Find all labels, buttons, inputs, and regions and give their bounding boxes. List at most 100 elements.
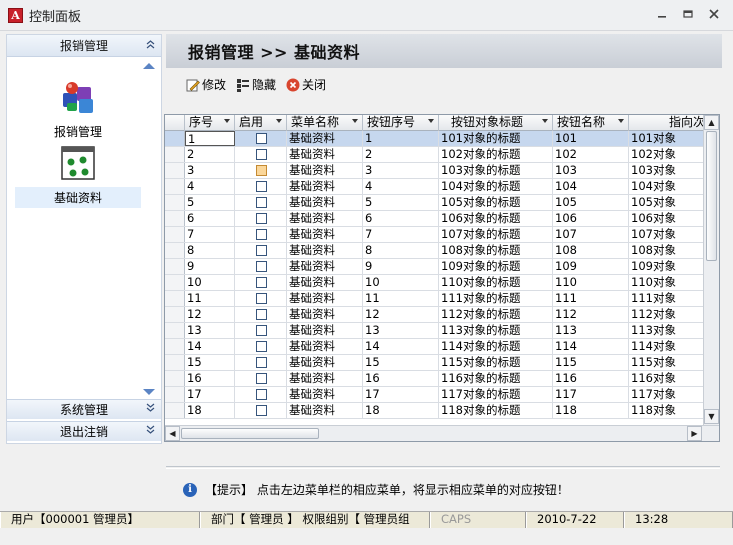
row-header[interactable] — [165, 195, 185, 210]
row-header[interactable] — [165, 163, 185, 178]
cell-button-no[interactable]: 16 — [363, 371, 439, 386]
cell-menu-name[interactable]: 基础资料 — [287, 211, 363, 226]
sidebar-scroll-down-icon[interactable] — [143, 385, 155, 395]
cell-button-title[interactable]: 110对象的标题 — [439, 275, 553, 290]
cell-menu-name[interactable]: 基础资料 — [287, 307, 363, 322]
table-row[interactable]: 15 基础资料 15 115对象的标题 115 115对象 — [165, 355, 705, 371]
cell-enabled[interactable] — [235, 371, 287, 386]
enabled-checkbox[interactable] — [256, 197, 267, 208]
table-row[interactable]: 9 基础资料 9 109对象的标题 109 109对象 — [165, 259, 705, 275]
row-header[interactable] — [165, 307, 185, 322]
cell-target[interactable]: 104对象 — [629, 179, 705, 194]
cell-button-no[interactable]: 1 — [363, 131, 439, 146]
cell-target[interactable]: 116对象 — [629, 371, 705, 386]
cell-button-name[interactable]: 105 — [553, 195, 629, 210]
table-row[interactable]: 11 基础资料 11 111对象的标题 111 111对象 — [165, 291, 705, 307]
cell-target[interactable]: 101对象 — [629, 131, 705, 146]
vertical-scrollbar[interactable]: ▲ ▼ — [703, 115, 719, 425]
cell-enabled[interactable] — [235, 147, 287, 162]
cell-enabled[interactable] — [235, 339, 287, 354]
close-icon[interactable] — [707, 8, 721, 21]
row-header[interactable] — [165, 131, 185, 146]
cell-enabled[interactable] — [235, 195, 287, 210]
cell-button-title[interactable]: 105对象的标题 — [439, 195, 553, 210]
cell-button-no[interactable]: 17 — [363, 387, 439, 402]
sort-dropdown-icon[interactable] — [542, 119, 548, 123]
row-header[interactable] — [165, 339, 185, 354]
row-header[interactable] — [165, 291, 185, 306]
cell-target[interactable]: 114对象 — [629, 339, 705, 354]
cell-enabled[interactable] — [235, 259, 287, 274]
cell-enabled[interactable] — [235, 227, 287, 242]
cell-menu-name[interactable]: 基础资料 — [287, 147, 363, 162]
cell-target[interactable]: 105对象 — [629, 195, 705, 210]
cell-button-title[interactable]: 116对象的标题 — [439, 371, 553, 386]
cell-button-title[interactable]: 113对象的标题 — [439, 323, 553, 338]
minimize-icon[interactable] — [655, 8, 669, 21]
cell-button-name[interactable]: 114 — [553, 339, 629, 354]
cell-button-name[interactable]: 103 — [553, 163, 629, 178]
cell-button-no[interactable]: 3 — [363, 163, 439, 178]
table-row[interactable]: 17 基础资料 17 117对象的标题 117 117对象 — [165, 387, 705, 403]
cell-seq[interactable]: 6 — [185, 211, 235, 226]
cell-button-no[interactable]: 18 — [363, 403, 439, 418]
sort-dropdown-icon[interactable] — [224, 119, 230, 123]
horizontal-scrollbar[interactable]: ◀ ▶ — [165, 425, 719, 441]
chevron-down-icon[interactable] — [146, 403, 155, 416]
cell-button-name[interactable]: 115 — [553, 355, 629, 370]
scroll-right-icon[interactable]: ▶ — [687, 426, 702, 441]
cell-menu-name[interactable]: 基础资料 — [287, 291, 363, 306]
column-header-button-name[interactable]: 按钮名称 — [553, 115, 629, 131]
enabled-checkbox[interactable] — [256, 405, 267, 416]
enabled-checkbox[interactable] — [256, 229, 267, 240]
column-header-enabled[interactable]: 启用 — [235, 115, 287, 131]
table-row[interactable]: 1 基础资料 1 101对象的标题 101 101对象 — [165, 131, 705, 147]
cell-enabled[interactable] — [235, 403, 287, 418]
cell-enabled[interactable] — [235, 211, 287, 226]
cell-target[interactable]: 109对象 — [629, 259, 705, 274]
table-row[interactable]: 10 基础资料 10 110对象的标题 110 110对象 — [165, 275, 705, 291]
cell-button-title[interactable]: 102对象的标题 — [439, 147, 553, 162]
cell-enabled[interactable] — [235, 179, 287, 194]
cell-target[interactable]: 103对象 — [629, 163, 705, 178]
cell-seq[interactable]: 13 — [185, 323, 235, 338]
table-row[interactable]: 8 基础资料 8 108对象的标题 108 108对象 — [165, 243, 705, 259]
cell-button-title[interactable]: 104对象的标题 — [439, 179, 553, 194]
cell-menu-name[interactable]: 基础资料 — [287, 275, 363, 290]
edit-button[interactable]: 修改 — [186, 76, 226, 93]
cell-button-no[interactable]: 2 — [363, 147, 439, 162]
sidebar-item-basic-data[interactable]: 基础资料 — [15, 145, 141, 208]
cell-button-name[interactable]: 101 — [553, 131, 629, 146]
grid-corner[interactable] — [165, 115, 185, 131]
enabled-checkbox[interactable] — [256, 245, 267, 256]
cell-seq[interactable]: 9 — [185, 259, 235, 274]
cell-button-title[interactable]: 117对象的标题 — [439, 387, 553, 402]
cell-button-name[interactable]: 104 — [553, 179, 629, 194]
cell-enabled[interactable] — [235, 355, 287, 370]
cell-button-name[interactable]: 109 — [553, 259, 629, 274]
scroll-up-icon[interactable]: ▲ — [704, 115, 719, 130]
cell-button-name[interactable]: 113 — [553, 323, 629, 338]
cell-enabled[interactable] — [235, 291, 287, 306]
cell-button-no[interactable]: 4 — [363, 179, 439, 194]
cell-menu-name[interactable]: 基础资料 — [287, 227, 363, 242]
cell-button-name[interactable]: 118 — [553, 403, 629, 418]
cell-button-title[interactable]: 115对象的标题 — [439, 355, 553, 370]
table-row[interactable]: 4 基础资料 4 104对象的标题 104 104对象 — [165, 179, 705, 195]
cell-target[interactable]: 106对象 — [629, 211, 705, 226]
cell-button-title[interactable]: 103对象的标题 — [439, 163, 553, 178]
column-header-target[interactable]: 指向次 — [629, 115, 705, 131]
cell-seq[interactable]: 16 — [185, 371, 235, 386]
cell-menu-name[interactable]: 基础资料 — [287, 371, 363, 386]
scroll-thumb[interactable] — [181, 428, 319, 439]
enabled-checkbox[interactable] — [256, 165, 267, 176]
cell-enabled[interactable] — [235, 131, 287, 146]
cell-menu-name[interactable]: 基础资料 — [287, 323, 363, 338]
cell-button-no[interactable]: 8 — [363, 243, 439, 258]
table-row[interactable]: 18 基础资料 18 118对象的标题 118 118对象 — [165, 403, 705, 419]
cell-target[interactable]: 118对象 — [629, 403, 705, 418]
cell-menu-name[interactable]: 基础资料 — [287, 355, 363, 370]
row-header[interactable] — [165, 147, 185, 162]
cell-target[interactable]: 112对象 — [629, 307, 705, 322]
row-header[interactable] — [165, 227, 185, 242]
